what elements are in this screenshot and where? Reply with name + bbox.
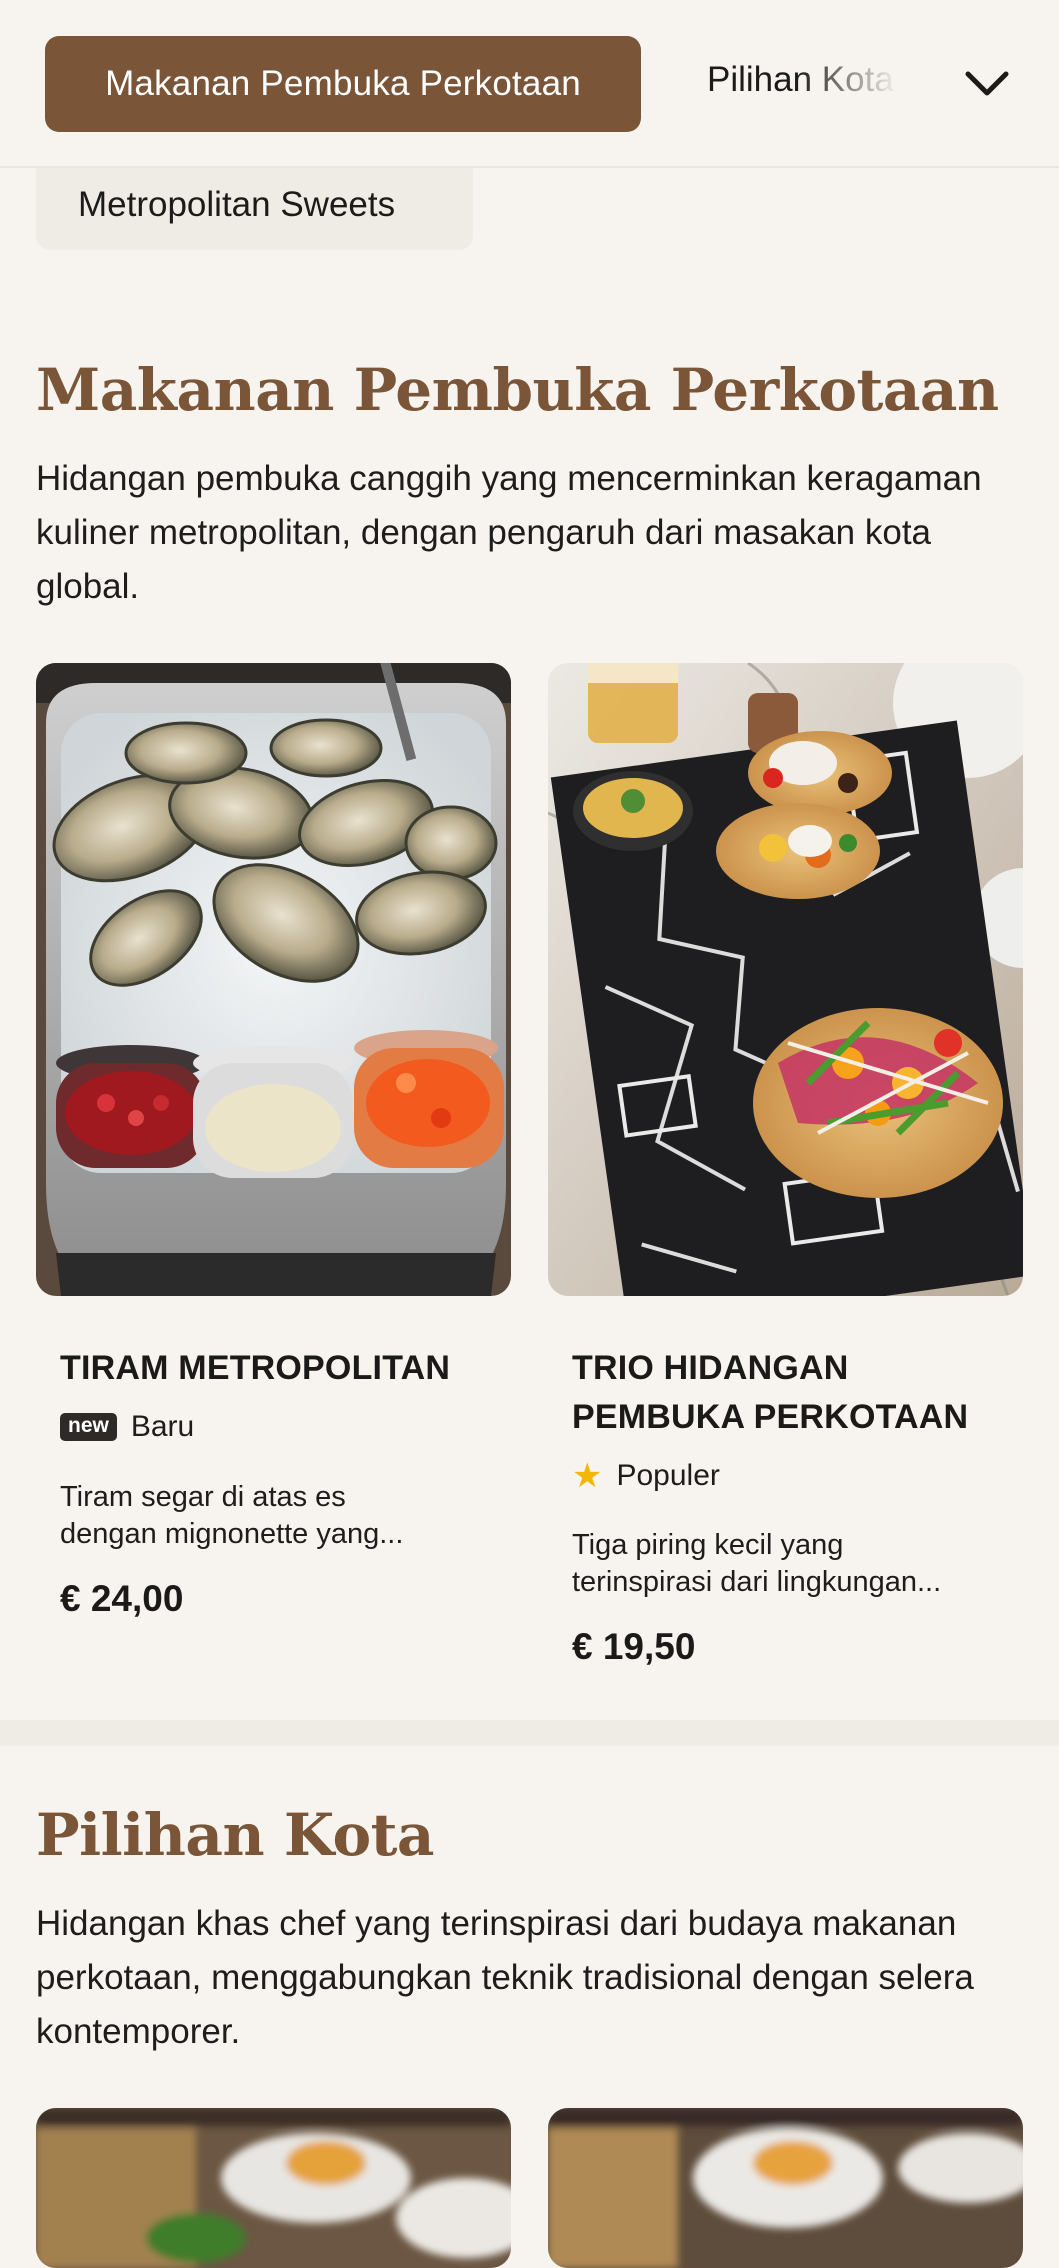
item-name: TRIO HIDANGAN PEMBUKA PERKOTAAN xyxy=(572,1349,969,1436)
section-description: Hidangan pembuka canggih yang mencermink… xyxy=(36,459,982,606)
item-description: Tiram segar di atas es dengan mignonette… xyxy=(60,1479,480,1553)
star-icon: ★ xyxy=(572,1457,603,1495)
item-price: € 19,50 xyxy=(572,1626,696,1667)
new-badge-row: new Baru xyxy=(60,1410,194,1444)
item-price: € 24,00 xyxy=(60,1578,184,1619)
section-title: Pilihan Kota xyxy=(36,1801,435,1869)
item-name: TIRAM METROPOLITAN xyxy=(60,1349,451,1387)
item-description-line: terinspirasi dari lingkungan... xyxy=(572,1566,942,1598)
category-nav-bar: Makanan Pembuka Perkotaan Pilihan Kota xyxy=(0,0,1059,168)
item-description-line: Tiram segar di atas es xyxy=(60,1481,346,1513)
category-tab-metropolitan-sweets[interactable]: Metropolitan Sweets xyxy=(36,160,473,250)
new-tag: new xyxy=(60,1413,117,1441)
section-description: Hidangan khas chef yang terinspirasi dar… xyxy=(36,1904,974,2051)
item-description-line: dengan mignonette yang... xyxy=(60,1518,404,1550)
item-description: Tiga piring kecil yang terinspirasi dari… xyxy=(572,1527,992,1601)
oysters-photo[interactable] xyxy=(36,663,511,1296)
popular-badge-row: ★ Populer xyxy=(572,1459,720,1493)
dish-photo[interactable] xyxy=(548,2108,1023,2268)
item-description-line: Tiga piring kecil yang xyxy=(572,1529,844,1561)
category-tab-pilihan-kota[interactable]: Pilihan Kota xyxy=(707,60,907,100)
badge-label: Baru xyxy=(130,1410,195,1443)
chevron-down-icon[interactable] xyxy=(960,62,1014,104)
appetizer-trio-photo[interactable] xyxy=(548,663,1023,1296)
dish-photo[interactable] xyxy=(36,2108,511,2268)
badge-label: Populer xyxy=(616,1459,720,1492)
section-title: Makanan Pembuka Perkotaan xyxy=(36,356,999,424)
category-tab-makanan-pembuka[interactable]: Makanan Pembuka Perkotaan xyxy=(45,36,641,132)
section-divider xyxy=(0,1720,1059,1746)
